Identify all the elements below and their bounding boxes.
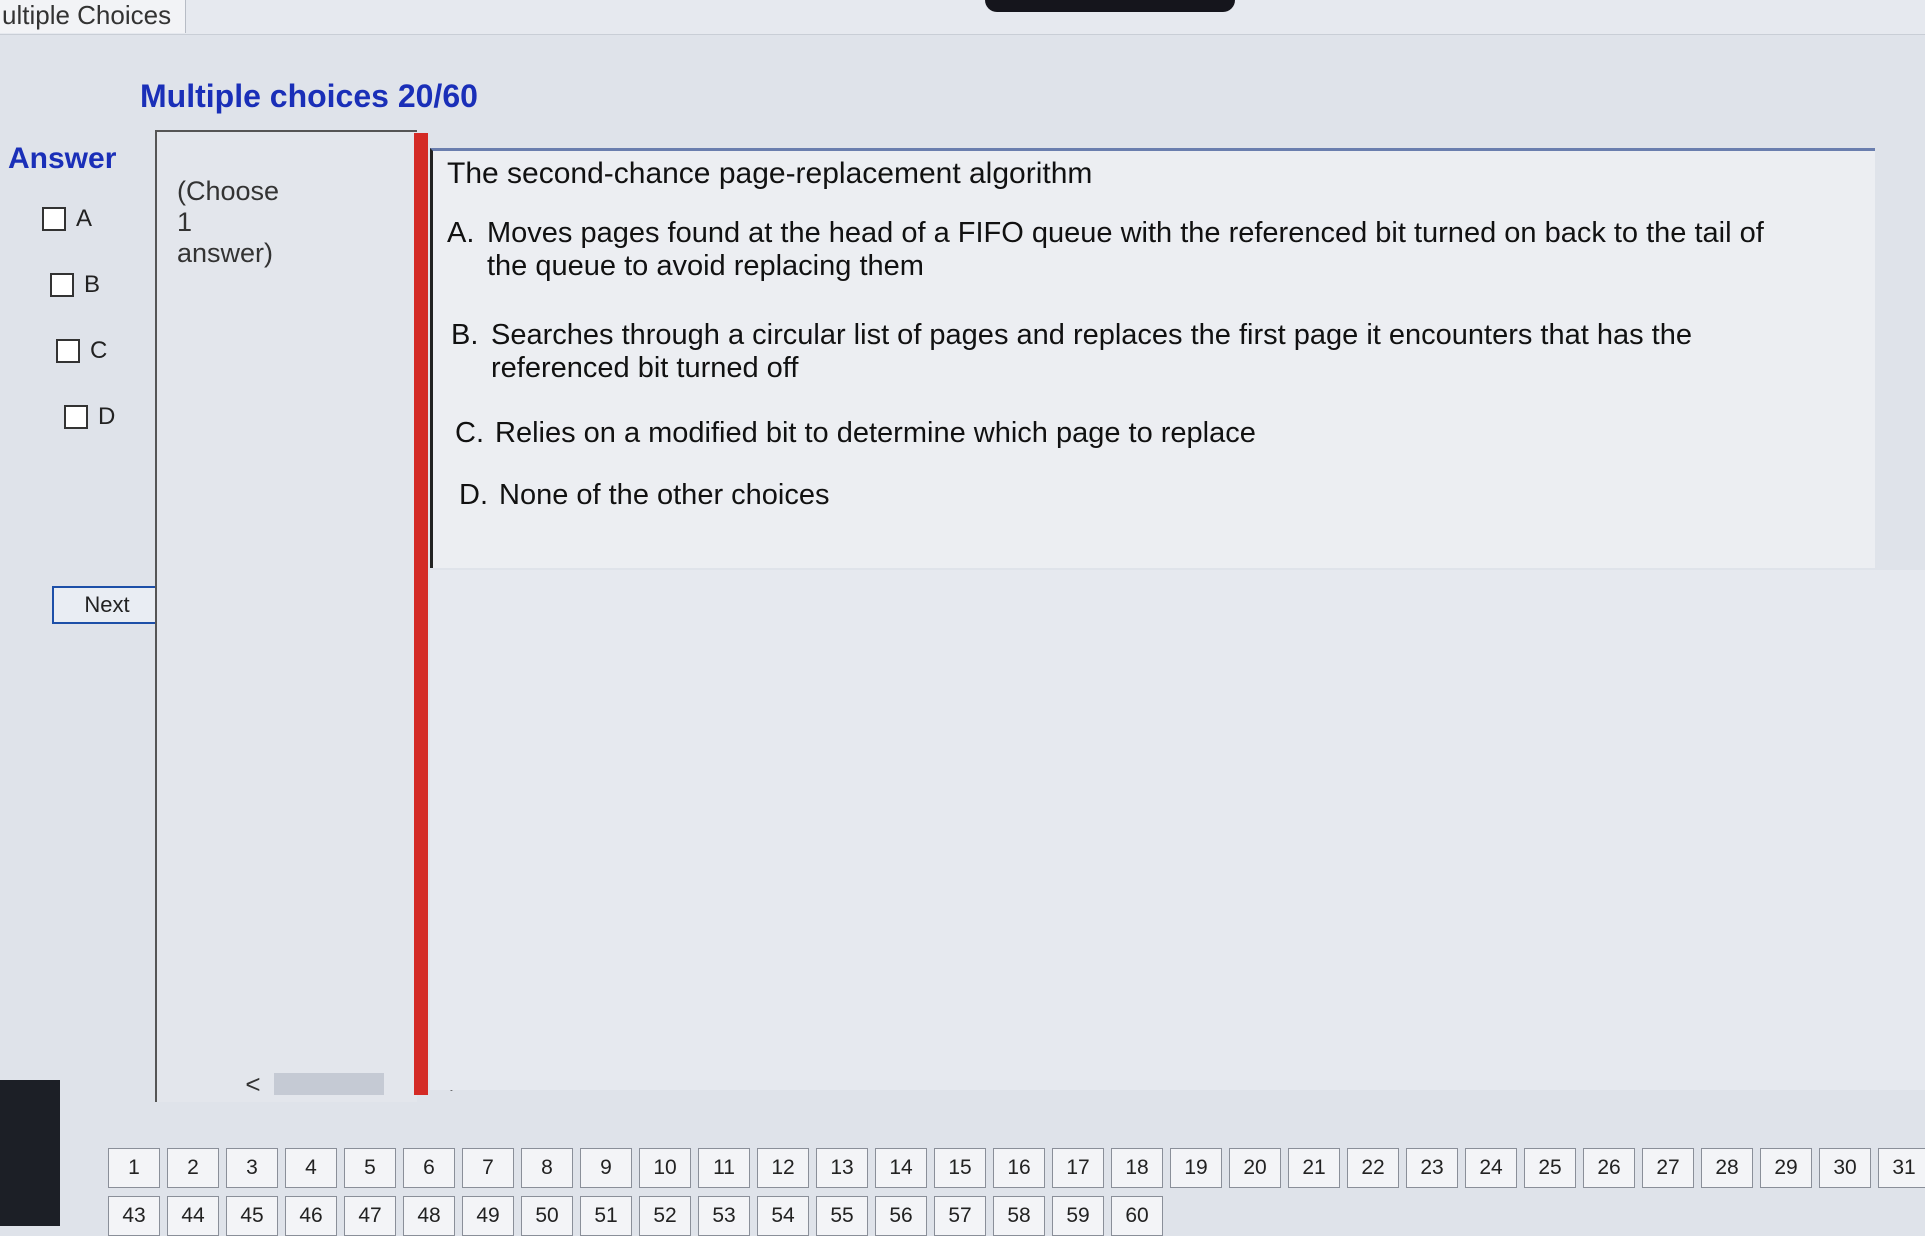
question-nav-button[interactable]: 29 — [1760, 1148, 1812, 1188]
question-nav-button[interactable]: 3 — [226, 1148, 278, 1188]
tab-label: ultiple Choices — [2, 0, 172, 30]
question-nav-button[interactable]: 21 — [1288, 1148, 1340, 1188]
question-nav-button[interactable]: 10 — [639, 1148, 691, 1188]
question-nav-button[interactable]: 60 — [1111, 1196, 1163, 1236]
option-text: None of the other choices — [499, 479, 830, 511]
header-graphic — [985, 0, 1235, 12]
question-nav-button[interactable]: 53 — [698, 1196, 750, 1236]
question-option-d: D. None of the other choices — [459, 479, 1789, 512]
answer-option-label: B — [84, 271, 101, 298]
question-nav-button[interactable]: 54 — [757, 1196, 809, 1236]
question-nav-button[interactable]: 6 — [403, 1148, 455, 1188]
checkbox-d[interactable] — [64, 405, 88, 429]
option-letter: C. — [455, 417, 484, 449]
question-nav-button[interactable]: 43 — [108, 1196, 160, 1236]
answer-option-b[interactable]: B — [50, 271, 100, 299]
answer-option-a[interactable]: A — [42, 205, 92, 233]
question-detail-area — [430, 570, 1925, 1090]
question-nav-button[interactable]: 50 — [521, 1196, 573, 1236]
checkbox-c[interactable] — [56, 339, 80, 363]
option-letter: A. — [447, 217, 475, 249]
question-nav-button[interactable]: 45 — [226, 1196, 278, 1236]
answer-option-c[interactable]: C — [56, 337, 107, 365]
choose-panel: (Choose 1 answer) — [155, 130, 417, 1102]
question-nav-button[interactable]: 58 — [993, 1196, 1045, 1236]
answer-option-label: A — [76, 205, 93, 232]
question-nav-button[interactable]: 46 — [285, 1196, 337, 1236]
scroll-left-icon[interactable]: < — [240, 1069, 266, 1100]
question-nav-button[interactable]: 2 — [167, 1148, 219, 1188]
option-letter: B. — [451, 319, 479, 351]
question-nav-button[interactable]: 18 — [1111, 1148, 1163, 1188]
question-option-b: B. Searches through a circular list of p… — [451, 319, 1781, 385]
question-nav-button[interactable]: 25 — [1524, 1148, 1576, 1188]
checkbox-a[interactable] — [42, 207, 66, 231]
choose-instruction: (Choose 1 answer) — [177, 176, 280, 268]
question-nav-button[interactable]: 16 — [993, 1148, 1045, 1188]
question-nav-button[interactable]: 17 — [1052, 1148, 1104, 1188]
question-nav-button[interactable]: 9 — [580, 1148, 632, 1188]
question-nav-button[interactable]: 5 — [344, 1148, 396, 1188]
question-nav-button[interactable]: 51 — [580, 1196, 632, 1236]
question-nav-button[interactable]: 4 — [285, 1148, 337, 1188]
answer-option-d[interactable]: D — [64, 403, 115, 431]
question-nav-button[interactable]: 48 — [403, 1196, 455, 1236]
option-text: Moves pages found at the head of a FIFO … — [487, 217, 1764, 282]
question-nav-button[interactable]: 59 — [1052, 1196, 1104, 1236]
tab-strip: ultiple Choices — [0, 0, 1925, 35]
monitor-bezel — [0, 1080, 60, 1226]
question-option-c: C. Relies on a modified bit to determine… — [455, 417, 1785, 450]
question-nav-button[interactable]: 31 — [1878, 1148, 1925, 1188]
question-navigation-row-2: 43 44 45 46 47 48 49 50 51 52 53 54 55 56 57 58 59 60 — [108, 1196, 1170, 1236]
question-nav-button[interactable]: 47 — [344, 1196, 396, 1236]
question-option-a: A. Moves pages found at the head of a FI… — [447, 217, 1777, 283]
question-nav-button[interactable]: 23 — [1406, 1148, 1458, 1188]
question-nav-button[interactable]: 24 — [1465, 1148, 1517, 1188]
tab-multiple-choices[interactable]: ultiple Choices — [0, 0, 187, 33]
option-text: Relies on a modified bit to determine wh… — [495, 417, 1256, 449]
checkbox-b[interactable] — [50, 273, 74, 297]
question-nav-button[interactable]: 22 — [1347, 1148, 1399, 1188]
question-nav-button[interactable]: 26 — [1583, 1148, 1635, 1188]
question-nav-button[interactable]: 11 — [698, 1148, 750, 1188]
question-nav-button[interactable]: 20 — [1229, 1148, 1281, 1188]
panel-divider — [414, 133, 428, 1095]
question-nav-button[interactable]: 8 — [521, 1148, 573, 1188]
question-nav-button[interactable]: 12 — [757, 1148, 809, 1188]
question-nav-button[interactable]: 15 — [934, 1148, 986, 1188]
question-nav-button[interactable]: 30 — [1819, 1148, 1871, 1188]
page-title: Multiple choices 20/60 — [140, 78, 478, 114]
question-nav-button[interactable]: 49 — [462, 1196, 514, 1236]
question-nav-button[interactable]: 13 — [816, 1148, 868, 1188]
question-nav-button[interactable]: 1 — [108, 1148, 160, 1188]
question-nav-button[interactable]: 27 — [1642, 1148, 1694, 1188]
question-nav-button[interactable]: 14 — [875, 1148, 927, 1188]
question-box: The second-chance page-replacement algor… — [430, 148, 1875, 568]
question-nav-button[interactable]: 55 — [816, 1196, 868, 1236]
option-text: Searches through a circular list of page… — [491, 319, 1692, 384]
question-navigation-row-1: 1 2 3 4 5 6 7 8 9 10 11 12 13 14 15 16 17 18 19 20 21 22 23 24 2… — [108, 1148, 1925, 1188]
answer-option-label: D — [98, 403, 116, 430]
question-nav-button[interactable]: 52 — [639, 1196, 691, 1236]
question-nav-button[interactable]: 44 — [167, 1196, 219, 1236]
next-button[interactable]: Next — [52, 586, 162, 624]
question-nav-button[interactable]: 7 — [462, 1148, 514, 1188]
option-letter: D. — [459, 479, 488, 511]
scroll-thumb[interactable] — [274, 1073, 384, 1095]
answer-heading: Answer — [8, 142, 117, 175]
question-nav-button[interactable]: 57 — [934, 1196, 986, 1236]
answer-option-label: C — [90, 337, 108, 364]
question-nav-button[interactable]: 56 — [875, 1196, 927, 1236]
question-stem: The second-chance page-replacement algor… — [447, 157, 1093, 190]
question-nav-button[interactable]: 19 — [1170, 1148, 1222, 1188]
question-nav-button[interactable]: 28 — [1701, 1148, 1753, 1188]
